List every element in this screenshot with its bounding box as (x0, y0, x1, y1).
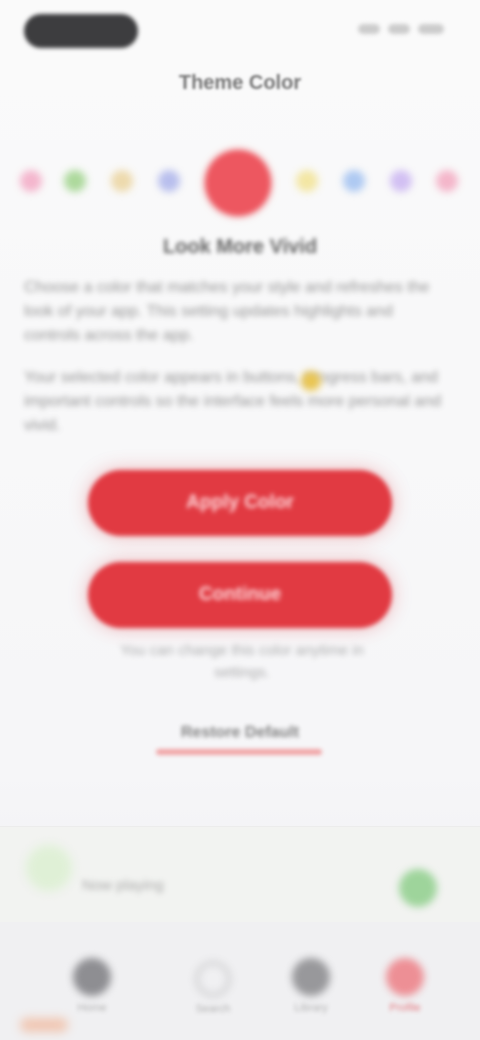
signal-icon (358, 24, 380, 34)
description-paragraph-secondary: Your selected color appears in buttons, … (24, 369, 442, 434)
color-swatch-rose[interactable] (436, 170, 458, 192)
tab-library[interactable]: Library (281, 948, 341, 1024)
play-icon[interactable] (399, 869, 437, 907)
tab-label: Library (294, 1002, 328, 1014)
section-title: Look More Vivid (162, 236, 318, 258)
color-swatch-sky-blue[interactable] (343, 170, 365, 192)
color-swatch-yellow[interactable] (111, 170, 133, 192)
search-icon (195, 961, 231, 997)
link-underline (156, 749, 322, 755)
tab-profile[interactable]: Profile (375, 948, 435, 1024)
apply-color-button[interactable]: Apply Color (88, 470, 392, 536)
battery-icon (418, 24, 444, 34)
tab-search[interactable]: Search (183, 948, 243, 1024)
color-swatch-light-yellow[interactable] (296, 170, 318, 192)
home-icon (73, 958, 111, 996)
now-playing-label: Now playing (82, 877, 164, 894)
description-paragraph: Choose a color that matches your style a… (24, 279, 430, 344)
tab-label: Profile (389, 1002, 421, 1014)
color-swatch-green[interactable] (64, 170, 86, 192)
tab-label: Search (195, 1003, 231, 1015)
continue-button[interactable]: Continue (88, 562, 392, 628)
tab-label: Home (77, 1002, 107, 1014)
selected-color-swatch[interactable] (205, 150, 271, 216)
tab-bar: Home Search Library Profile (0, 922, 480, 1040)
restore-default-link[interactable]: Restore Default (0, 724, 480, 742)
app-screen: Theme Color Look More Vivid Choose a col… (0, 0, 480, 1040)
status-pill (24, 14, 138, 48)
emoji-icon (301, 371, 321, 391)
color-selector (0, 144, 480, 216)
page-title: Theme Color (178, 72, 302, 94)
mini-player[interactable]: Now playing (0, 826, 480, 923)
helper-caption: You can change this color anytime in set… (120, 642, 364, 681)
status-icons (358, 22, 444, 36)
tab-home[interactable]: Home (62, 948, 122, 1024)
color-swatch-blue[interactable] (158, 170, 180, 192)
profile-icon (386, 958, 424, 996)
album-art-icon (26, 845, 72, 891)
color-swatch-pink[interactable] (20, 170, 42, 192)
library-icon (292, 958, 330, 996)
color-swatch-violet[interactable] (390, 170, 412, 192)
wifi-icon (388, 24, 410, 34)
home-indicator-chip (20, 1018, 68, 1032)
